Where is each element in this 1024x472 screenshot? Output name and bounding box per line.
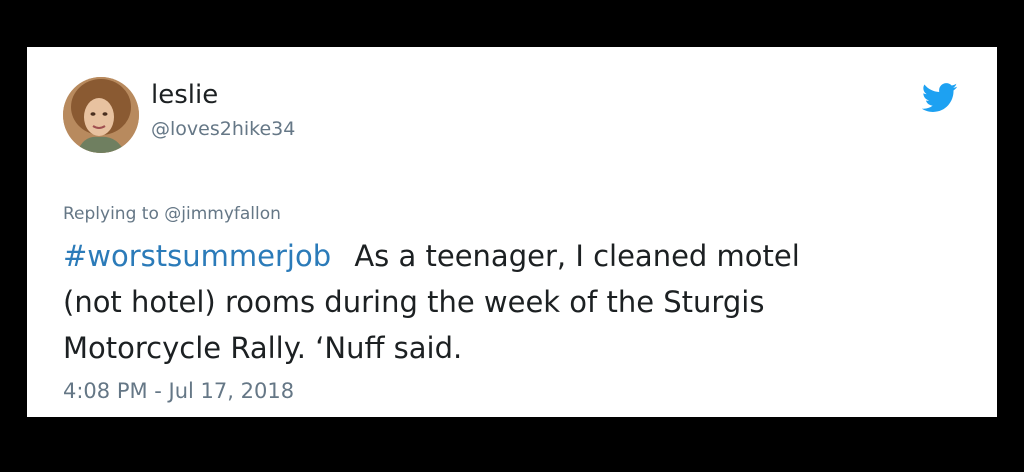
display-name[interactable]: leslie (151, 79, 218, 111)
user-handle[interactable]: @loves2hike34 (151, 117, 295, 141)
tweet-text-line-2: (not hotel) rooms during the week of the… (63, 285, 765, 319)
hashtag-link[interactable]: #worstsummerjob (63, 239, 331, 273)
tweet-text-line-3: Motorcycle Rally. ‘Nuff said. (63, 331, 463, 365)
tweet-timestamp[interactable]: 4:08 PM - Jul 17, 2018 (63, 377, 294, 405)
twitter-bird-icon[interactable] (921, 83, 958, 113)
replying-to-line: Replying to @jimmyfallon (63, 203, 281, 225)
tweet-text-line-1: As a teenager, I cleaned motel (354, 239, 800, 273)
avatar[interactable] (63, 77, 139, 153)
tweet-card: leslie @loves2hike34 Replying to @jimmyf… (27, 47, 997, 417)
reply-mention-link[interactable]: @jimmyfallon (164, 204, 281, 224)
replying-to-label: Replying to (63, 204, 159, 224)
profile-photo (63, 77, 139, 153)
tweet-text: #worstsummerjob As a teenager, I cleaned… (63, 233, 963, 371)
